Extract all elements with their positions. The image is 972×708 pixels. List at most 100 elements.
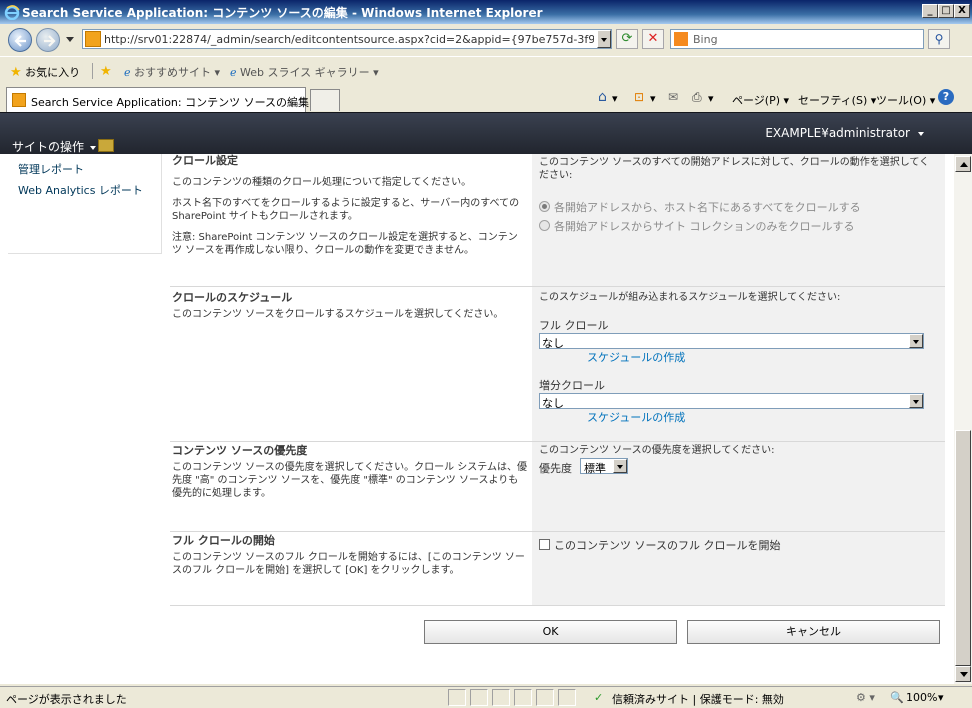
status-pane (492, 689, 510, 706)
chevron-down-icon (909, 334, 923, 348)
nav-link-admin-reports[interactable]: 管理レポート (18, 161, 84, 177)
start-full-crawl-title: フル クロールの開始 (172, 534, 275, 547)
status-pane (470, 689, 488, 706)
site-actions-menu[interactable]: サイトの操作 (12, 138, 96, 155)
radio-crawl-everything-label: 各開始アドレスから、ホスト名下にあるすべてをクロールする (554, 201, 861, 214)
back-button[interactable] (8, 28, 32, 52)
chevron-down-icon (909, 394, 923, 408)
incremental-crawl-label: 増分クロール (539, 379, 605, 392)
sharepoint-ribbon: サイトの操作 EXAMPLE¥administrator (0, 112, 972, 154)
safety-menu[interactable]: セーフティ(S) ▾ (798, 92, 876, 108)
crawl-settings-instruction: このコンテンツ ソースのすべての開始アドレスに対して、クロールの動作を選択してく… (539, 157, 930, 181)
ok-button[interactable]: OK (424, 620, 677, 644)
new-tab-button[interactable] (310, 89, 340, 111)
full-crawl-select[interactable]: なし (539, 333, 924, 350)
zoom-level[interactable]: 100% (906, 691, 937, 704)
section-divider (170, 605, 945, 606)
tools-menu[interactable]: ツール(O) ▾ (876, 92, 935, 108)
refresh-icon[interactable]: ⟳ (616, 29, 638, 49)
address-dropdown-button[interactable] (597, 30, 611, 48)
status-pane (558, 689, 576, 706)
status-pane (448, 689, 466, 706)
vertical-scrollbar[interactable] (954, 154, 972, 684)
status-text: ページが表示されました (6, 693, 127, 706)
title-bar: Search Service Application: コンテンツ ソースの編集… (0, 0, 972, 24)
radio-unselected-icon (539, 220, 550, 231)
start-full-crawl-checkbox[interactable]: このコンテンツ ソースのフル クロールを開始 (539, 537, 780, 553)
maximize-button[interactable]: □ (938, 4, 954, 18)
recent-pages-dropdown[interactable] (66, 37, 74, 42)
tab-label: Search Service Application: コンテンツ ソースの編集 (31, 96, 310, 109)
priority-title: コンテンツ ソースの優先度 (172, 444, 308, 457)
close-button[interactable]: X (954, 4, 970, 18)
radio-crawl-site-collection[interactable]: 各開始アドレスからサイト コレクションのみをクロールする (539, 218, 855, 234)
add-star-icon: ★ (100, 64, 112, 79)
print-icon[interactable]: ⎙ (692, 90, 702, 105)
crawl-schedule-desc: このコンテンツ ソースをクロールするスケジュールを選択してください。 (172, 309, 504, 320)
crawl-schedule-panel: このスケジュールが組み込まれるスケジュールを選択してください: フル クロール … (532, 287, 945, 441)
stop-icon[interactable]: ✕ (642, 29, 664, 49)
feeds-icon[interactable]: ⊡ (634, 90, 644, 104)
user-menu[interactable]: EXAMPLE¥administrator (765, 126, 924, 140)
crawl-settings-desc-1: このコンテンツの種類のクロール処理について指定してください。 (172, 177, 472, 188)
crawl-settings-panel: このコンテンツ ソースのすべての開始アドレスに対して、クロールの動作を選択してく… (532, 154, 945, 286)
favorites-divider (92, 63, 93, 79)
sharepoint-page-icon (85, 31, 101, 47)
address-field[interactable]: http://srv01:22874/_admin/search/editcon… (82, 29, 612, 49)
priority-value: 標準 (584, 462, 606, 475)
priority-select[interactable]: 標準 (580, 458, 628, 475)
section-start-full-crawl: このコンテンツ ソースのフル クロールを開始 フル クロールの開始 このコンテン… (170, 531, 945, 605)
address-bar: http://srv01:22874/_admin/search/editcon… (0, 24, 972, 56)
incremental-crawl-value: なし (542, 397, 564, 410)
section-crawl-schedule: このスケジュールが組み込まれるスケジュールを選択してください: フル クロール … (170, 287, 945, 441)
mail-icon[interactable]: ✉ (668, 90, 678, 104)
full-crawl-value: なし (542, 337, 564, 350)
page-menu[interactable]: ページ(P) ▾ (732, 92, 789, 108)
favorites-bar: ★ お気に入り ★ ℯ おすすめサイト ▾ ℯ Web スライス ギャラリー ▾ (0, 56, 972, 84)
print-dropdown[interactable]: ▾ (708, 92, 714, 105)
web-slice-gallery-label: Web スライス ギャラリー ▾ (240, 66, 379, 79)
create-incremental-schedule-link[interactable]: スケジュールの作成 (587, 409, 685, 425)
cancel-button[interactable]: キャンセル (687, 620, 940, 644)
incremental-crawl-select[interactable]: なし (539, 393, 924, 410)
add-favorite-icon[interactable]: ★ (100, 64, 112, 79)
scroll-thumb[interactable] (955, 430, 971, 666)
radio-selected-icon (539, 201, 550, 212)
zoom-dropdown[interactable]: ▾ (938, 691, 944, 704)
search-input[interactable]: Bing (670, 29, 924, 49)
priority-desc: このコンテンツ ソースの優先度を選択してください。クロール システムは、優先度 … (172, 462, 527, 499)
radio-crawl-everything[interactable]: 各開始アドレスから、ホスト名下にあるすべてをクロールする (539, 199, 861, 215)
help-icon[interactable]: ? (938, 89, 954, 105)
tab-current[interactable]: Search Service Application: コンテンツ ソースの編集 (6, 87, 310, 112)
search-placeholder: Bing (693, 33, 718, 46)
back-arrow-icon (14, 35, 26, 47)
search-button[interactable]: ⚲ (928, 29, 950, 49)
home-icon[interactable]: ⌂ (598, 89, 607, 105)
web-slice-gallery-link[interactable]: ℯ Web スライス ギャラリー ▾ (230, 64, 379, 80)
crawl-settings-note: 注意: SharePoint コンテンツ ソースのクロール設定を選択すると、コン… (172, 232, 518, 256)
ie-logo-icon (4, 5, 20, 20)
bing-icon (674, 32, 688, 46)
navigate-up-icon[interactable] (98, 139, 114, 152)
status-bar: ページが表示されました ✓ 信頼済みサイト | 保護モード: 無効 ⚙ ▾ 🔍 … (0, 686, 972, 708)
trusted-check-icon: ✓ (594, 691, 604, 704)
scroll-down-icon[interactable] (955, 666, 971, 682)
window-title: Search Service Application: コンテンツ ソースの編集… (22, 6, 543, 20)
start-full-crawl-panel: このコンテンツ ソースのフル クロールを開始 (532, 532, 945, 605)
forward-button[interactable] (36, 28, 60, 52)
scroll-up-icon[interactable] (955, 156, 971, 172)
home-dropdown[interactable]: ▾ (612, 92, 618, 105)
status-pane (514, 689, 532, 706)
protected-mode-icon[interactable]: ⚙ ▾ (856, 691, 875, 704)
nav-link-web-analytics[interactable]: Web Analytics レポート (18, 182, 143, 198)
favorites-button[interactable]: ★ お気に入り (10, 64, 80, 80)
security-zone[interactable]: 信頼済みサイト | 保護モード: 無効 (612, 691, 784, 707)
create-full-schedule-link[interactable]: スケジュールの作成 (587, 349, 685, 365)
priority-label: 優先度 (539, 462, 572, 475)
suggested-sites-link[interactable]: ℯ おすすめサイト ▾ (124, 64, 220, 80)
suggested-sites-label: おすすめサイト ▾ (134, 66, 221, 79)
zoom-icon[interactable]: 🔍 (890, 691, 904, 704)
feeds-dropdown[interactable]: ▾ (650, 92, 656, 105)
minimize-button[interactable]: _ (922, 4, 938, 18)
crawl-settings-title: クロール設定 (172, 154, 238, 167)
